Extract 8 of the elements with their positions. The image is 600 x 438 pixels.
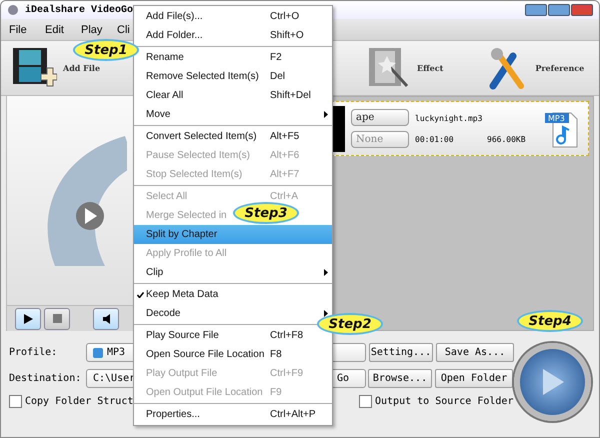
window-title: iDealshare VideoGo [25, 4, 134, 16]
file-name: luckynight.mp3 [415, 114, 484, 122]
file-duration: 00:01:00 [415, 134, 455, 144]
profile-label: Profile: [9, 347, 58, 358]
checkbox-label: Output to Source Folder [375, 396, 514, 407]
file-size: 966.00KB [487, 134, 527, 144]
checkbox-label: Copy Folder Struct [25, 396, 134, 407]
destination-label: Destination: [9, 373, 82, 384]
